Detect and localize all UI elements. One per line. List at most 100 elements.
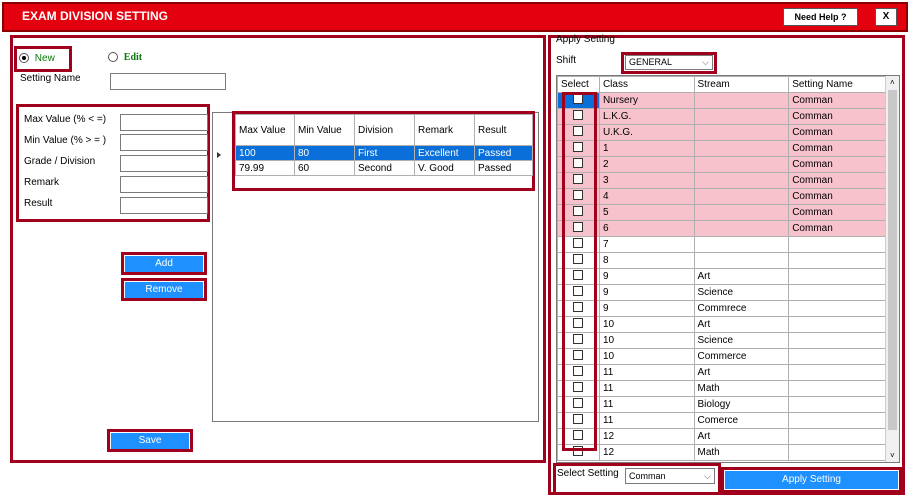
stream-cell [693, 220, 790, 237]
table-row[interactable]: 10 Science [557, 332, 887, 349]
select-setting-value: Comman [629, 471, 666, 481]
grade-table: Max Value Min Value Division Remark Resu… [235, 114, 533, 176]
grade-col-header: Max Value [235, 114, 295, 146]
remark-label: Remark [24, 177, 60, 188]
table-row[interactable]: 11 Biology [557, 396, 887, 413]
table-row[interactable]: 79.99 60 Second V. Good Passed [235, 160, 533, 176]
table-cell: 100 [235, 145, 295, 161]
new-radio-label: New [34, 53, 55, 64]
table-row[interactable]: 11 Comerce [557, 412, 887, 429]
table-row[interactable]: 9 Commrece [557, 300, 887, 317]
table-cell: V. Good [414, 160, 475, 176]
edit-radio-label: Edit [123, 52, 143, 63]
table-row[interactable]: 1 Comman [557, 140, 887, 157]
table-row[interactable]: 11 Math [557, 380, 887, 397]
remark-input[interactable] [120, 176, 208, 193]
setting-name-label: Setting Name [20, 73, 81, 84]
stream-cell [693, 108, 790, 125]
setting-name-cell [788, 364, 887, 381]
table-row[interactable]: 10 Commerce [557, 348, 887, 365]
scroll-up-icon[interactable]: ˄ [890, 78, 895, 87]
grade-col-header: Remark [414, 114, 475, 146]
row-indicator-icon [217, 150, 221, 161]
table-row[interactable]: 12 Art [557, 428, 887, 445]
select-setting-dropdown[interactable]: Comman ⌵ [625, 468, 715, 484]
table-row[interactable]: L.K.G. Comman [557, 108, 887, 125]
class-col-header: Class [598, 76, 695, 93]
table-row[interactable]: U.K.G. Comman [557, 124, 887, 141]
class-cell: 10 [598, 316, 695, 333]
setting-name-input[interactable] [110, 73, 226, 90]
new-radio[interactable]: New [19, 53, 55, 64]
stream-cell [693, 140, 790, 157]
class-col-header: Select [557, 76, 600, 93]
class-cell: U.K.G. [598, 124, 695, 141]
shift-label: Shift [556, 55, 577, 66]
table-row[interactable]: 7 [557, 236, 887, 253]
table-cell: Second [354, 160, 415, 176]
table-row[interactable]: 2 Comman [557, 156, 887, 173]
apply-setting-heading: Apply Setting [556, 34, 615, 45]
stream-cell [693, 236, 790, 253]
table-row[interactable]: 5 Comman [557, 204, 887, 221]
select-setting-label: Select Setting [557, 468, 619, 479]
table-cell: Passed [474, 145, 533, 161]
table-row[interactable]: 9 Science [557, 284, 887, 301]
scroll-down-icon[interactable]: ˅ [890, 451, 895, 460]
table-row[interactable]: 3 Comman [557, 172, 887, 189]
table-row[interactable]: 11 Art [557, 364, 887, 381]
class-cell: 6 [598, 220, 695, 237]
setting-name-cell [788, 268, 887, 285]
shift-select-value: GENERAL [629, 57, 673, 67]
class-cell: 4 [598, 188, 695, 205]
stream-cell: Biology [693, 396, 790, 413]
table-row[interactable]: 100 80 First Excellent Passed [235, 145, 533, 161]
setting-name-cell [788, 284, 887, 301]
window-title: EXAM DIVISION SETTING [22, 9, 169, 23]
class-cell: 10 [598, 348, 695, 365]
setting-name-cell [788, 236, 887, 253]
table-cell: Excellent [414, 145, 475, 161]
radio-empty-icon [108, 52, 118, 63]
min-value-input[interactable] [120, 134, 208, 151]
max-value-input[interactable] [120, 114, 208, 131]
class-cell: 11 [598, 364, 695, 381]
add-button[interactable]: Add [125, 256, 203, 272]
class-cell: 10 [598, 332, 695, 349]
radio-selected-icon [19, 53, 29, 64]
table-row[interactable]: Nursery Comman [557, 92, 887, 109]
stream-cell: Math [693, 380, 790, 397]
stream-cell [693, 92, 790, 109]
class-cell: 12 [598, 444, 695, 461]
scrollbar-thumb[interactable] [888, 90, 897, 430]
class-cell: 7 [598, 236, 695, 253]
table-row[interactable]: 4 Comman [557, 188, 887, 205]
stream-cell: Art [693, 428, 790, 445]
vertical-scrollbar[interactable]: ˄ ˅ [885, 76, 899, 462]
table-row[interactable]: 12 Math [557, 444, 887, 461]
class-cell: 9 [598, 300, 695, 317]
setting-name-cell: Comman [788, 124, 887, 141]
stream-cell [693, 156, 790, 173]
close-button[interactable]: X [875, 8, 897, 26]
remove-button[interactable]: Remove [125, 282, 203, 298]
table-row[interactable]: 9 Art [557, 268, 887, 285]
class-cell: Nursery [598, 92, 695, 109]
shift-select[interactable]: GENERAL ⌵ [625, 55, 713, 70]
table-row[interactable]: 6 Comman [557, 220, 887, 237]
edit-radio[interactable]: Edit [108, 52, 142, 63]
result-label: Result [24, 198, 53, 209]
table-row[interactable]: 8 [557, 252, 887, 269]
table-cell: 79.99 [235, 160, 295, 176]
result-input[interactable] [120, 197, 208, 214]
class-cell: 11 [598, 380, 695, 397]
class-cell: 5 [598, 204, 695, 221]
stream-cell [693, 124, 790, 141]
grade-division-input[interactable] [120, 155, 208, 172]
setting-name-cell [788, 332, 887, 349]
table-row[interactable]: 10 Art [557, 316, 887, 333]
apply-setting-button[interactable]: Apply Setting [725, 471, 898, 489]
need-help-button[interactable]: Need Help ? [783, 8, 858, 26]
setting-name-cell: Comman [788, 140, 887, 157]
save-button[interactable]: Save [111, 433, 189, 449]
